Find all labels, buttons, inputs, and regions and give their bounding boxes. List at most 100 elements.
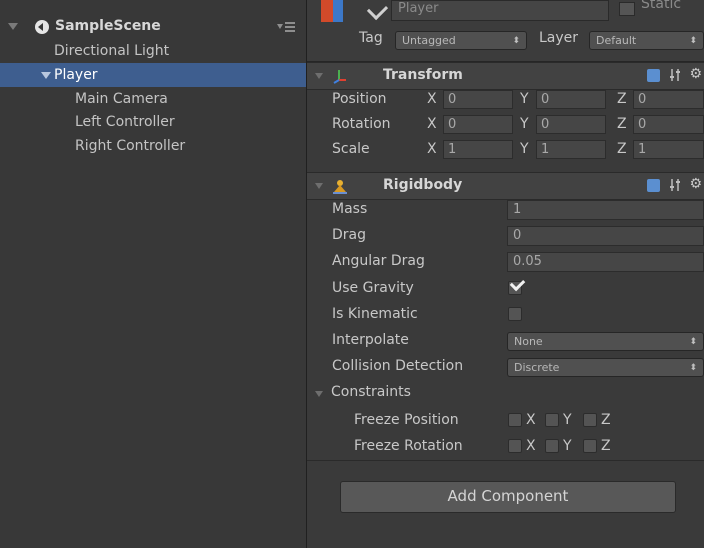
inspector-panel: Player Static Tag Untagged ⬍ Layer Defau… — [307, 0, 704, 548]
expand-triangle-icon[interactable] — [8, 23, 18, 30]
scene-name: SampleScene — [55, 18, 161, 34]
axis-z-label: Z — [601, 412, 611, 428]
scale-row: Scale X 1 Y 1 Z 1 — [307, 138, 704, 162]
use-gravity-label: Use Gravity — [332, 280, 414, 296]
rotation-z-field[interactable]: 0 — [633, 115, 704, 134]
help-book-icon[interactable] — [647, 69, 660, 82]
position-z-field[interactable]: 0 — [633, 90, 704, 109]
component-divider — [307, 460, 704, 461]
interpolate-dropdown[interactable]: None ⬍ — [507, 332, 704, 351]
interpolate-label: Interpolate — [332, 332, 409, 348]
scene-menu-icon[interactable] — [276, 21, 296, 33]
help-book-icon[interactable] — [647, 179, 660, 192]
freeze-position-row: Freeze Position X Y Z — [307, 409, 704, 433]
constraints-label: Constraints — [331, 384, 411, 400]
axis-y-label: Y — [520, 116, 529, 132]
tag-label: Tag — [359, 30, 383, 46]
axis-y-label: Y — [563, 438, 572, 454]
scene-row[interactable]: SampleScene — [0, 13, 306, 39]
freeze-rotation-label: Freeze Rotation — [354, 438, 463, 454]
preset-sliders-icon[interactable] — [668, 68, 682, 82]
axis-x-label: X — [427, 91, 437, 107]
hierarchy-panel: SampleScene Directional Light Player Mai… — [0, 0, 307, 548]
axis-z-label: Z — [617, 91, 627, 107]
axis-x-label: X — [526, 412, 536, 428]
axis-x-label: X — [526, 438, 536, 454]
mass-row: Mass 1 — [307, 198, 704, 222]
layer-dropdown[interactable]: Default ⬍ — [589, 31, 704, 50]
drag-row: Drag 0 — [307, 224, 704, 248]
hierarchy-item-right-controller[interactable]: Right Controller — [0, 134, 306, 158]
hierarchy-item-left-controller[interactable]: Left Controller — [0, 110, 306, 134]
mass-label: Mass — [332, 201, 368, 217]
use-gravity-checkbox[interactable] — [508, 275, 526, 295]
rotation-y-field[interactable]: 0 — [536, 115, 606, 134]
is-kinematic-label: Is Kinematic — [332, 306, 418, 322]
axis-z-label: Z — [617, 116, 627, 132]
scale-y-field[interactable]: 1 — [536, 140, 606, 159]
constraints-row[interactable]: Constraints — [307, 381, 704, 405]
scale-x-field[interactable]: 1 — [443, 140, 513, 159]
collapse-triangle-icon[interactable] — [315, 183, 323, 189]
angular-drag-field[interactable]: 0.05 — [507, 252, 704, 272]
drag-field[interactable]: 0 — [507, 226, 704, 246]
freeze-rotation-y-checkbox[interactable] — [545, 439, 559, 453]
hierarchy-item-main-camera[interactable]: Main Camera — [0, 87, 306, 111]
collision-detection-value: Discrete — [514, 361, 560, 374]
position-row: Position X 0 Y 0 Z 0 — [307, 88, 704, 112]
scale-z-field[interactable]: 1 — [633, 140, 704, 159]
is-kinematic-row: Is Kinematic — [307, 303, 704, 327]
gameobject-cube-icon — [321, 0, 343, 26]
hierarchy-item-label: Main Camera — [75, 91, 168, 107]
tag-dropdown[interactable]: Untagged ⬍ — [395, 31, 527, 50]
use-gravity-row: Use Gravity — [307, 275, 704, 301]
expand-triangle-icon[interactable] — [41, 72, 51, 79]
collision-detection-row: Collision Detection Discrete ⬍ — [307, 355, 704, 379]
is-kinematic-checkbox[interactable] — [508, 307, 522, 321]
mass-field[interactable]: 1 — [507, 200, 704, 220]
add-component-button[interactable]: Add Component — [340, 481, 676, 513]
axis-x-label: X — [427, 141, 437, 157]
rigidbody-header[interactable]: Rigidbody ⚙ — [307, 172, 704, 200]
collapse-triangle-icon[interactable] — [315, 73, 323, 79]
axis-y-label: Y — [563, 412, 572, 428]
freeze-rotation-z-checkbox[interactable] — [583, 439, 597, 453]
gear-icon[interactable]: ⚙ — [689, 176, 702, 192]
object-header: Player Static Tag Untagged ⬍ Layer Defau… — [307, 0, 704, 62]
freeze-position-label: Freeze Position — [354, 412, 459, 428]
preset-sliders-icon[interactable] — [668, 178, 682, 192]
axis-x-label: X — [427, 116, 437, 132]
collision-detection-label: Collision Detection — [332, 358, 464, 374]
transform-header[interactable]: Transform ⚙ — [307, 62, 704, 90]
hierarchy-item-player[interactable]: Player — [0, 63, 306, 87]
axis-y-label: Y — [520, 91, 529, 107]
freeze-rotation-x-checkbox[interactable] — [508, 439, 522, 453]
checkmark-icon — [509, 275, 526, 292]
gear-icon[interactable]: ⚙ — [689, 66, 702, 82]
rotation-label: Rotation — [332, 116, 391, 132]
transform-axes-icon — [333, 70, 346, 84]
angular-drag-row: Angular Drag 0.05 — [307, 250, 704, 274]
hierarchy-item-label: Right Controller — [75, 138, 186, 154]
position-label: Position — [332, 91, 387, 107]
freeze-position-z-checkbox[interactable] — [583, 413, 597, 427]
position-y-field[interactable]: 0 — [536, 90, 606, 109]
hierarchy-item-directional-light[interactable]: Directional Light — [0, 39, 306, 63]
freeze-position-y-checkbox[interactable] — [545, 413, 559, 427]
axis-y-label: Y — [520, 141, 529, 157]
collision-detection-dropdown[interactable]: Discrete ⬍ — [507, 358, 704, 377]
rigidbody-title: Rigidbody — [383, 177, 463, 193]
object-name-field[interactable]: Player — [391, 0, 609, 21]
freeze-position-x-checkbox[interactable] — [508, 413, 522, 427]
position-x-field[interactable]: 0 — [443, 90, 513, 109]
unity-scene-icon — [35, 20, 49, 34]
static-label: Static — [641, 0, 682, 12]
axis-z-label: Z — [601, 438, 611, 454]
static-checkbox[interactable] — [619, 2, 635, 16]
layer-value: Default — [596, 34, 637, 47]
expand-triangle-icon[interactable] — [315, 391, 323, 397]
axis-z-label: Z — [617, 141, 627, 157]
rotation-row: Rotation X 0 Y 0 Z 0 — [307, 113, 704, 137]
active-checkbox[interactable] — [366, 0, 389, 21]
rotation-x-field[interactable]: 0 — [443, 115, 513, 134]
